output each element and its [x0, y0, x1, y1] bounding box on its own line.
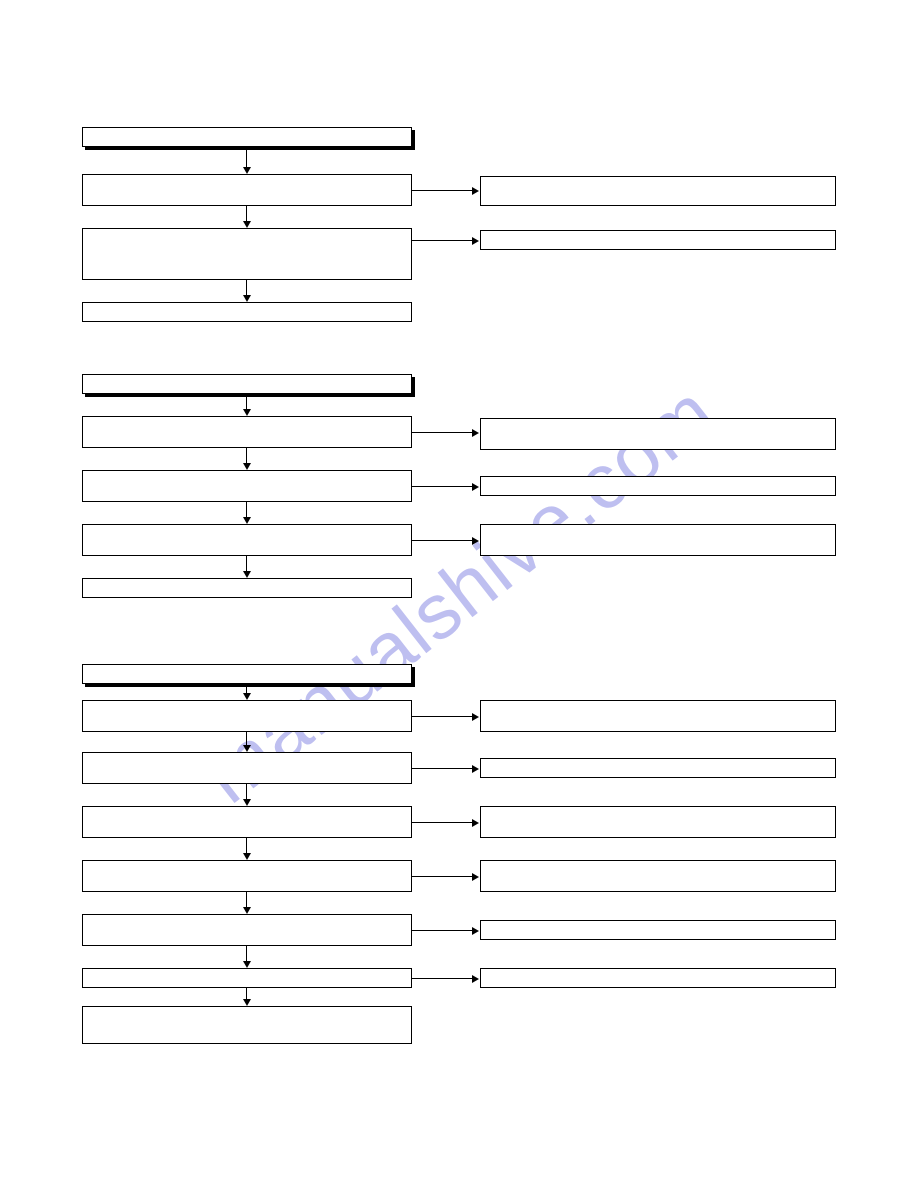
flowchart-header-box — [82, 127, 412, 147]
connector-line — [412, 978, 472, 979]
connector-line — [412, 486, 472, 487]
flowchart-side-box — [480, 176, 836, 206]
arrow-down-icon — [243, 463, 251, 470]
arrow-down-icon — [243, 571, 251, 578]
arrow-down-icon — [243, 853, 251, 860]
arrow-down-icon — [243, 745, 251, 752]
flowchart-side-box — [480, 418, 836, 450]
flowchart-step-box — [82, 968, 412, 988]
connector-line — [246, 556, 247, 571]
flowchart-step-box — [82, 752, 412, 784]
arrow-down-icon — [243, 907, 251, 914]
arrow-down-icon — [243, 409, 251, 416]
flowchart-step-box — [82, 578, 412, 598]
connector-line — [412, 190, 472, 191]
connector-line — [412, 240, 472, 241]
connector-line — [246, 147, 247, 167]
connector-line — [246, 784, 247, 799]
connector-line — [246, 448, 247, 463]
connector-line — [246, 280, 247, 295]
connector-line — [246, 988, 247, 999]
connector-line — [412, 540, 472, 541]
flowchart-step-box — [82, 700, 412, 732]
flowchart-side-box — [480, 524, 836, 556]
arrow-down-icon — [243, 517, 251, 524]
arrow-right-icon — [472, 873, 479, 881]
arrow-down-icon — [243, 961, 251, 968]
flowchart-side-box — [480, 476, 836, 496]
connector-line — [412, 930, 472, 931]
connector-line — [246, 946, 247, 961]
arrow-right-icon — [472, 819, 479, 827]
flowchart-side-box — [480, 700, 836, 732]
connector-line — [246, 502, 247, 517]
arrow-down-icon — [243, 999, 251, 1006]
arrow-right-icon — [472, 537, 479, 545]
arrow-down-icon — [243, 221, 251, 228]
flowchart-side-box — [480, 920, 836, 940]
arrow-right-icon — [472, 429, 479, 437]
connector-line — [246, 206, 247, 221]
connector-line — [412, 822, 472, 823]
arrow-down-icon — [243, 799, 251, 806]
flowchart-step-box — [82, 174, 412, 206]
arrow-down-icon — [243, 167, 251, 174]
connector-line — [412, 716, 472, 717]
flowchart-header-box — [82, 374, 412, 394]
arrow-right-icon — [472, 187, 479, 195]
arrow-right-icon — [472, 483, 479, 491]
arrow-right-icon — [472, 713, 479, 721]
arrow-down-icon — [243, 295, 251, 302]
arrow-right-icon — [472, 975, 479, 983]
flowchart-side-box — [480, 968, 836, 988]
flowchart-side-box — [480, 860, 836, 892]
flowchart-step-box — [82, 860, 412, 892]
arrow-right-icon — [472, 237, 479, 245]
connector-line — [412, 432, 472, 433]
connector-line — [246, 892, 247, 907]
connector-line — [246, 838, 247, 853]
connector-line — [246, 732, 247, 745]
flowchart-header-box — [82, 664, 412, 684]
flowchart-step-box — [82, 914, 412, 946]
flowchart-side-box — [480, 806, 836, 838]
flowchart-step-box — [82, 524, 412, 556]
flowchart-step-box — [82, 1006, 412, 1044]
flowchart-step-box — [82, 302, 412, 322]
arrow-right-icon — [472, 927, 479, 935]
flowchart-step-box — [82, 806, 412, 838]
connector-line — [246, 684, 247, 693]
flowchart-step-box — [82, 228, 412, 280]
flowchart-step-box — [82, 416, 412, 448]
arrow-right-icon — [472, 765, 479, 773]
arrow-down-icon — [243, 693, 251, 700]
connector-line — [412, 768, 472, 769]
connector-line — [246, 394, 247, 409]
flowchart-side-box — [480, 758, 836, 778]
flowchart-side-box — [480, 230, 836, 250]
flowchart-step-box — [82, 470, 412, 502]
connector-line — [412, 876, 472, 877]
